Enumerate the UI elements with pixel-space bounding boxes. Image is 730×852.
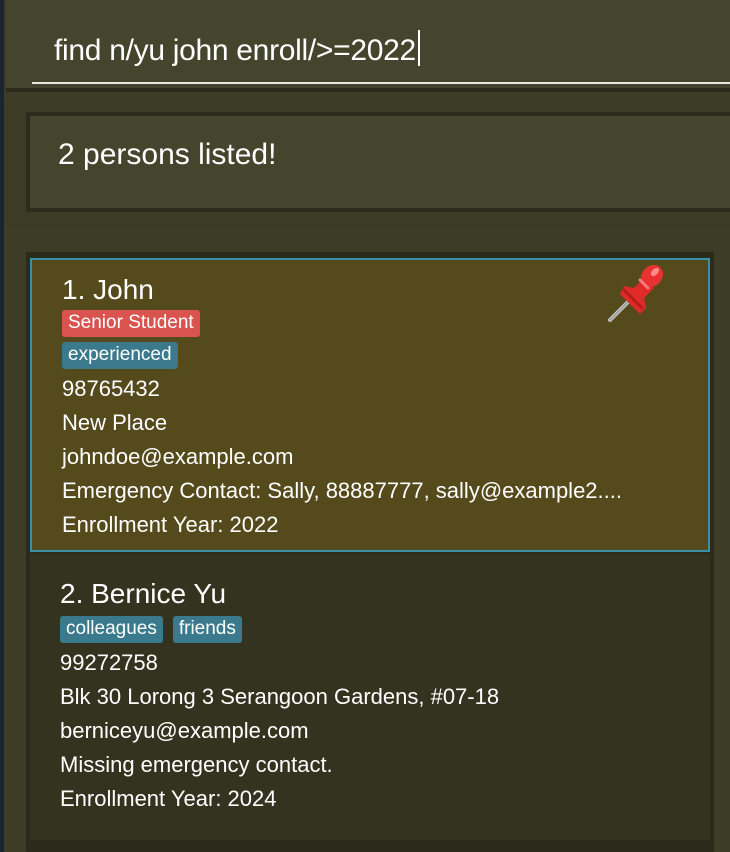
person-phone: 98765432 <box>62 376 160 401</box>
tag-colleagues: colleagues <box>60 616 163 643</box>
person-email: berniceyu@example.com <box>60 718 309 743</box>
command-input-text: find n/yu john enroll/>=2022 <box>54 34 416 67</box>
result-display: 2 persons listed! <box>26 112 730 212</box>
person-address: Blk 30 Lorong 3 Serangoon Gardens, #07-1… <box>60 684 500 709</box>
result-message: 2 persons listed! <box>58 138 277 171</box>
command-box[interactable]: find n/yu john enroll/>=2022 <box>6 0 730 92</box>
person-emergency-contact: Emergency Contact: Sally, 88887777, sall… <box>62 478 622 503</box>
person-email: johndoe@example.com <box>62 444 294 469</box>
tag-friends: friends <box>172 616 242 643</box>
person-card[interactable]: 2. Bernice Yu colleagues friends 99272758… <box>30 554 710 840</box>
command-underline <box>32 82 730 84</box>
pushpin-icon[interactable] <box>604 260 672 328</box>
person-emergency-contact: Missing emergency contact. <box>60 752 333 777</box>
person-list[interactable]: 1. John Senior Student experienced 98765… <box>26 252 714 852</box>
person-phone: 99272758 <box>60 650 158 675</box>
list-scroll-gutter <box>714 228 730 852</box>
person-enrollment-year: Enrollment Year: 2024 <box>60 786 277 811</box>
tag-senior-student: Senior Student <box>62 310 200 337</box>
tag-row: colleagues friends <box>60 616 252 643</box>
tag-row: Senior Student <box>62 310 210 337</box>
tag-row: experienced <box>62 342 188 369</box>
result-display-container: 2 persons listed! <box>6 98 730 226</box>
window-edge <box>0 0 4 852</box>
person-address: New Place <box>62 410 168 435</box>
person-enrollment-year: Enrollment Year: 2022 <box>62 512 279 537</box>
person-card[interactable]: 1. John Senior Student experienced 98765… <box>30 258 710 552</box>
person-name: 1. John <box>62 274 154 305</box>
text-caret <box>417 30 420 66</box>
tag-experienced: experienced <box>62 342 178 369</box>
command-input[interactable]: find n/yu john enroll/>=2022 <box>54 30 420 68</box>
person-name: 2. Bernice Yu <box>60 578 227 609</box>
